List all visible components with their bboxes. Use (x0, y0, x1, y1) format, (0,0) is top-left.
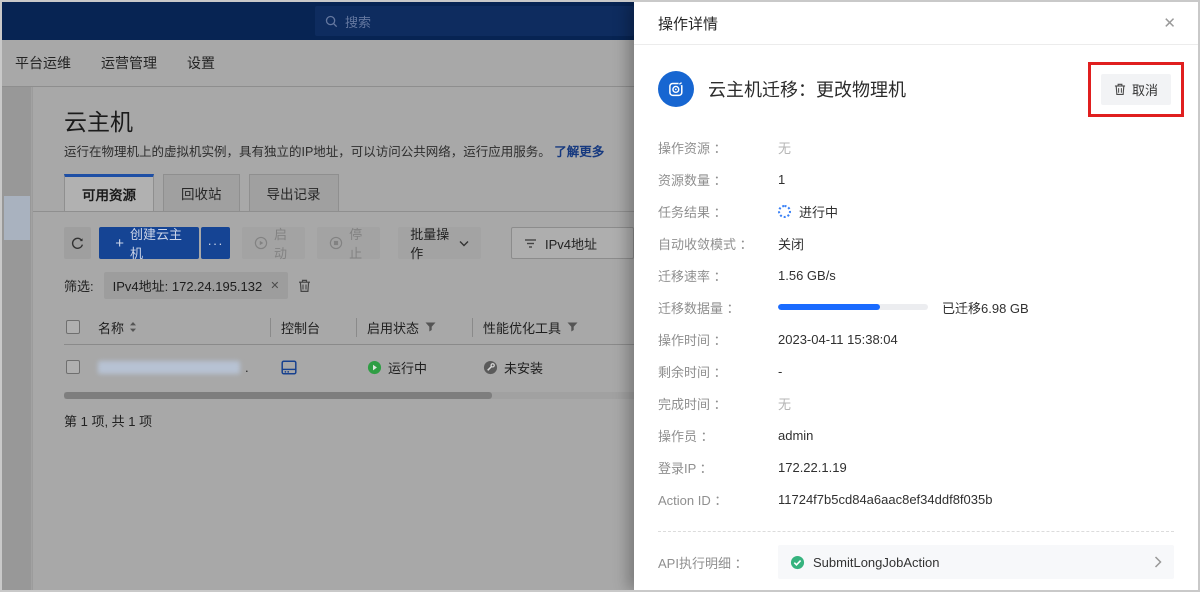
tab-recycle-bin[interactable]: 回收站 (163, 174, 240, 211)
api-detail-label: API执行明细 ： (658, 553, 778, 572)
running-status-icon (367, 360, 382, 375)
migration-progress-bar (778, 304, 928, 310)
filter-label: 筛选: (64, 276, 94, 295)
api-detail-banner[interactable]: SubmitLongJobAction (778, 545, 1174, 579)
api-action-name: SubmitLongJobAction (813, 555, 939, 570)
horizontal-scrollbar-thumb[interactable] (64, 392, 492, 399)
vm-name-suffix: . (245, 360, 249, 375)
filter-bar: 筛选: IPv4地址: 172.24.195.132 ✕ (64, 272, 311, 299)
start-vm-button: 启动 (242, 227, 305, 259)
field-migration-speed: 迁移速率 ： 1.56 GB/s (658, 259, 1174, 291)
more-actions-button[interactable]: ··· (201, 227, 230, 259)
console-icon[interactable] (281, 360, 297, 375)
ipv4-filter-dropdown[interactable]: IPv4地址 (511, 227, 634, 259)
filter-chip-ipv4: IPv4地址: 172.24.195.132 ✕ (104, 272, 289, 299)
collapsed-sidebar-rail[interactable] (2, 87, 32, 590)
vm-toolbar: + 创建云主机 ··· 启动 停止 批量操作 (64, 227, 634, 259)
table-row[interactable]: . 运行中 未安装 (64, 345, 634, 389)
plus-icon: + (115, 235, 124, 252)
migrated-amount-text: 已迁移6.98 GB (942, 298, 1029, 317)
stop-circle-icon (329, 236, 343, 250)
top-header-bar: 搜索 (2, 2, 634, 40)
operation-detail-fields: 操作资源 ： 无 资源数量 ： 1 任务结果 ： 进行中 自动收敛模式 ： 关闭… (658, 131, 1174, 515)
field-finish-time: 完成时间 ： 无 (658, 387, 1174, 419)
row-checkbox[interactable] (66, 360, 80, 374)
page-title: 云主机 (64, 103, 133, 137)
chevron-down-icon (459, 240, 469, 247)
remove-filter-icon[interactable]: ✕ (270, 279, 279, 292)
vm-migration-icon (658, 71, 694, 107)
page-description: 运行在物理机上的虚拟机实例，具有独立的IP地址，可以访问公共网络，运行应用服务。… (64, 141, 604, 160)
nav-item-platform-ops[interactable]: 平台运维 (15, 53, 71, 73)
field-operation-time: 操作时间 ： 2023-04-11 15:38:04 (658, 323, 1174, 355)
field-login-ip: 登录IP ： 172.22.1.19 (658, 451, 1174, 483)
app-window: 搜索 平台运维 运营管理 设置 云主机 运行在物理机上的虚拟机实例，具有独立的I… (0, 0, 1200, 592)
migration-progress-fill (778, 304, 880, 310)
global-search-input[interactable]: 搜索 (315, 6, 634, 36)
annotation-red-box: 取消 (1088, 62, 1184, 117)
select-all-checkbox[interactable] (66, 320, 80, 334)
nav-item-settings[interactable]: 设置 (187, 53, 215, 73)
field-resource-count: 资源数量 ： 1 (658, 163, 1174, 195)
create-vm-button[interactable]: + 创建云主机 (99, 227, 199, 259)
loading-spinner-icon (778, 205, 791, 218)
not-installed-icon (483, 360, 498, 375)
play-circle-icon (254, 236, 268, 250)
stop-vm-button: 停止 (317, 227, 380, 259)
chevron-right-icon (1154, 556, 1162, 568)
learn-more-link[interactable]: 了解更多 (554, 145, 604, 159)
column-name: 名称 (98, 318, 124, 337)
sidebar-active-indicator (4, 196, 30, 240)
clear-filters-trash-icon[interactable] (298, 279, 311, 293)
sort-icon[interactable] (129, 321, 137, 333)
column-console: 控制台 (281, 318, 320, 337)
table-header: 名称 控制台 启用状态 性能优化工具 (64, 311, 634, 343)
nav-item-operation-mgmt[interactable]: 运营管理 (101, 53, 157, 73)
vm-name-redacted[interactable] (98, 361, 240, 374)
trash-icon (1114, 83, 1126, 96)
horizontal-scrollbar-track[interactable] (64, 392, 634, 399)
tabs-divider (33, 211, 634, 212)
cloud-vm-page: 云主机 运行在物理机上的虚拟机实例，具有独立的IP地址，可以访问公共网络，运行应… (33, 87, 634, 590)
api-detail-row: API执行明细 ： SubmitLongJobAction (658, 545, 1174, 579)
dashed-divider (658, 531, 1174, 532)
field-migrated-data: 迁移数据量 ： 已迁移6.98 GB (658, 291, 1174, 323)
field-operator: 操作员 ： admin (658, 419, 1174, 451)
resource-tabs: 可用资源 回收站 导出记录 (64, 174, 339, 211)
tab-available-resources[interactable]: 可用资源 (64, 174, 154, 211)
field-auto-converge-mode: 自动收敛模式 ： 关闭 (658, 227, 1174, 259)
operation-title-row: 云主机迁移：更改物理机 取消 (658, 63, 1184, 115)
main-nav-bar: 平台运维 运营管理 设置 (2, 40, 634, 87)
field-remaining-time: 剩余时间 ： - (658, 355, 1174, 387)
column-status: 启用状态 (367, 318, 419, 337)
cancel-operation-button[interactable]: 取消 (1101, 74, 1171, 105)
filter-lines-icon (524, 238, 537, 249)
operation-detail-drawer: 操作详情 ✕ 云主机迁移：更改物理机 取消 操作资源 ： 无 (634, 2, 1198, 590)
column-opt-tool: 性能优化工具 (483, 318, 561, 337)
opt-tool-text: 未安装 (504, 358, 543, 377)
success-check-icon (790, 555, 805, 570)
operation-title: 云主机迁移：更改物理机 (708, 76, 906, 102)
drawer-header: 操作详情 ✕ (634, 2, 1198, 45)
tool-filter-funnel-icon[interactable] (567, 322, 578, 332)
close-icon[interactable]: ✕ (1163, 14, 1176, 32)
search-icon (325, 15, 338, 28)
vm-status-text: 运行中 (388, 358, 427, 377)
refresh-button[interactable] (64, 227, 91, 259)
field-action-id: Action ID ： 11724f7b5cd84a6aac8ef34ddf8f… (658, 483, 1174, 515)
batch-actions-button[interactable]: 批量操作 (398, 227, 481, 259)
drawer-header-title: 操作详情 (658, 13, 718, 34)
tab-export-records[interactable]: 导出记录 (249, 174, 339, 211)
field-task-result: 任务结果 ： 进行中 (658, 195, 1174, 227)
pagination-summary: 第 1 项, 共 1 项 (64, 411, 152, 430)
status-filter-funnel-icon[interactable] (425, 322, 436, 332)
field-operation-resource: 操作资源 ： 无 (658, 131, 1174, 163)
search-placeholder: 搜索 (345, 12, 371, 31)
